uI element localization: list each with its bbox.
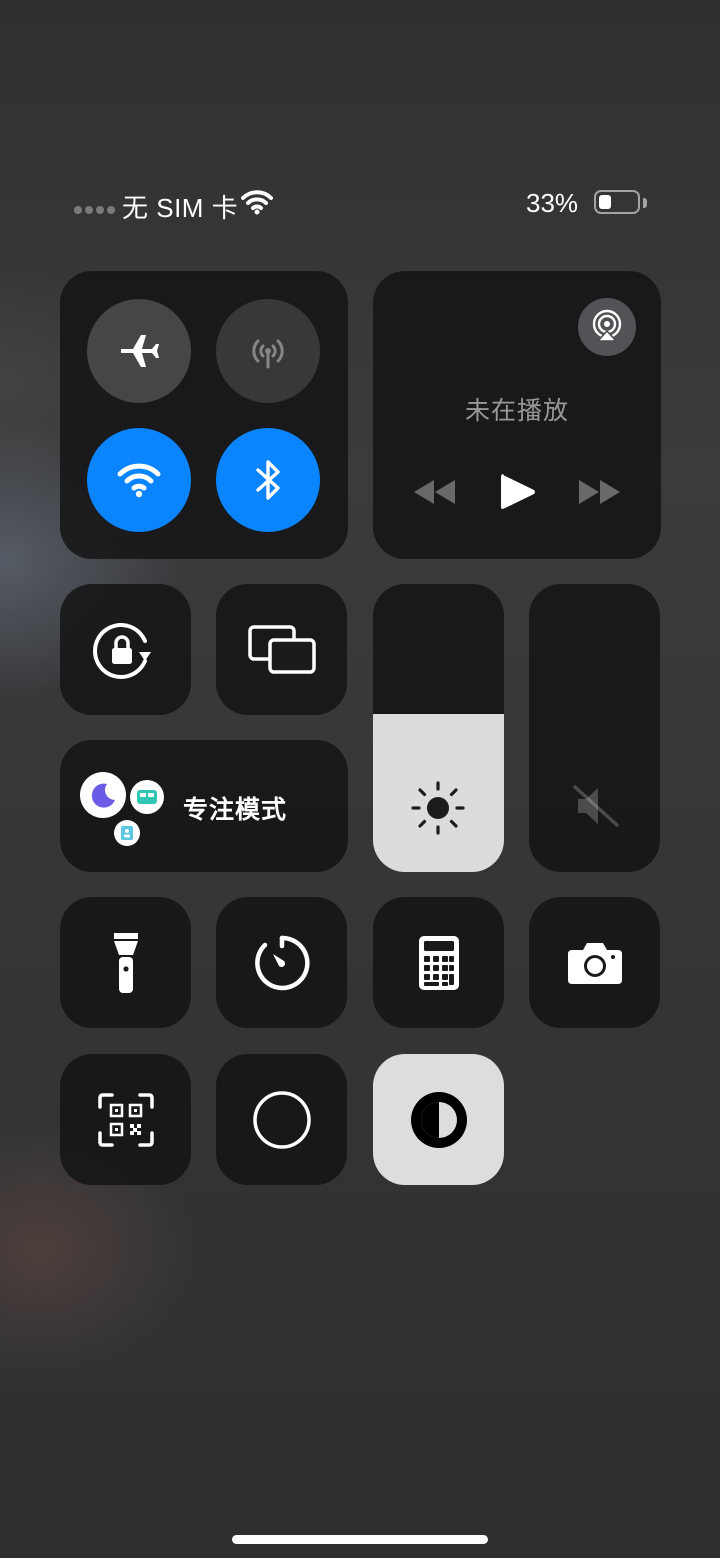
bed-icon (130, 780, 164, 814)
cellular-antenna-icon (252, 339, 284, 369)
rewind-icon[interactable] (411, 478, 457, 506)
home-indicator[interactable] (232, 1535, 488, 1544)
flashlight-button[interactable] (60, 897, 191, 1028)
wifi-icon (117, 463, 161, 498)
screen-mirroring-icon (247, 624, 316, 674)
airplane-mode-toggle[interactable] (87, 299, 191, 403)
play-icon[interactable] (499, 472, 537, 512)
dark-mode-icon (410, 1091, 467, 1148)
battery-level-fill (599, 195, 611, 209)
calculator-icon (418, 935, 459, 990)
now-playing-panel: 未在播放 (373, 271, 661, 559)
status-bar: 无 SIM 卡 33% (0, 185, 720, 223)
battery-icon (594, 190, 640, 214)
signal-dots-icon (74, 206, 115, 214)
wifi-icon (241, 190, 273, 215)
connectivity-panel (60, 271, 348, 559)
orientation-lock-button[interactable] (60, 584, 191, 715)
speaker-muted-icon (573, 785, 619, 827)
airplane-icon (121, 335, 159, 367)
sun-icon (411, 781, 465, 835)
screen-mirroring-button[interactable] (216, 584, 347, 715)
focus-mode-button[interactable]: 专注模式 (60, 740, 348, 872)
focus-mode-label: 专注模式 (183, 796, 288, 824)
cellular-data-toggle[interactable] (216, 299, 320, 403)
qr-scanner-icon (97, 1092, 154, 1147)
screen-record-icon (252, 1090, 311, 1149)
airplay-audio-icon (592, 309, 622, 342)
moon-icon (80, 772, 126, 818)
timer-icon (254, 935, 310, 990)
camera-button[interactable] (529, 897, 660, 1028)
dark-mode-button[interactable] (373, 1054, 504, 1185)
carrier-label: 无 SIM 卡 (122, 193, 239, 223)
now-playing-label: 未在播放 (464, 397, 569, 425)
work-badge-icon (114, 820, 140, 846)
battery-percent: 33% (526, 188, 579, 218)
qr-scanner-button[interactable] (60, 1054, 191, 1185)
timer-button[interactable] (216, 897, 347, 1028)
airplay-button[interactable] (578, 298, 636, 356)
wifi-toggle[interactable] (87, 428, 191, 532)
brightness-slider[interactable] (373, 584, 504, 872)
orientation-lock-icon (92, 622, 151, 679)
fast-forward-icon[interactable] (577, 478, 623, 506)
screen-record-button[interactable] (216, 1054, 347, 1185)
volume-slider[interactable] (529, 584, 660, 872)
calculator-button[interactable] (373, 897, 504, 1028)
flashlight-icon (113, 932, 138, 993)
bluetooth-icon (256, 460, 280, 500)
bluetooth-toggle[interactable] (216, 428, 320, 532)
camera-icon (567, 942, 622, 984)
battery-tip (643, 198, 647, 208)
